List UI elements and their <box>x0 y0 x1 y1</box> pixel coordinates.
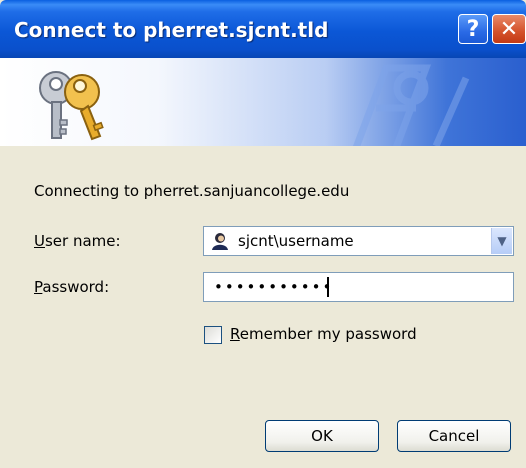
cancel-button[interactable]: Cancel <box>397 420 511 452</box>
password-field[interactable]: ••••••••••• <box>203 272 514 302</box>
dialog-content: Connecting to pherret.sanjuancollege.edu… <box>0 146 526 468</box>
connect-dialog: Connect to pherret.sjcnt.tld ? ✕ Connect… <box>0 0 526 468</box>
text-caret <box>327 277 329 297</box>
username-value: sjcnt\username <box>238 232 354 250</box>
connecting-message: Connecting to pherret.sanjuancollege.edu <box>34 182 350 200</box>
window-title: Connect to pherret.sjcnt.tld <box>14 18 329 42</box>
username-combobox[interactable]: sjcnt\username ▼ <box>203 226 514 256</box>
title-bar[interactable]: Connect to pherret.sjcnt.tld ? ✕ <box>0 0 526 58</box>
help-icon: ? <box>466 16 480 42</box>
help-button[interactable]: ? <box>458 14 488 44</box>
banner-keys-watermark-icon <box>353 64 470 146</box>
remember-password-label[interactable]: Remember my password <box>230 325 417 343</box>
ok-button[interactable]: OK <box>265 420 379 452</box>
username-label: User name: <box>34 232 121 250</box>
close-button[interactable]: ✕ <box>492 14 526 44</box>
chevron-down-icon[interactable]: ▼ <box>491 228 512 254</box>
close-icon: ✕ <box>499 16 519 42</box>
user-icon <box>212 233 228 250</box>
keys-icon <box>39 71 104 141</box>
password-label: Password: <box>34 278 110 296</box>
dialog-banner <box>0 58 526 146</box>
password-value: ••••••••••• <box>214 278 334 296</box>
remember-password-checkbox[interactable] <box>204 326 222 344</box>
